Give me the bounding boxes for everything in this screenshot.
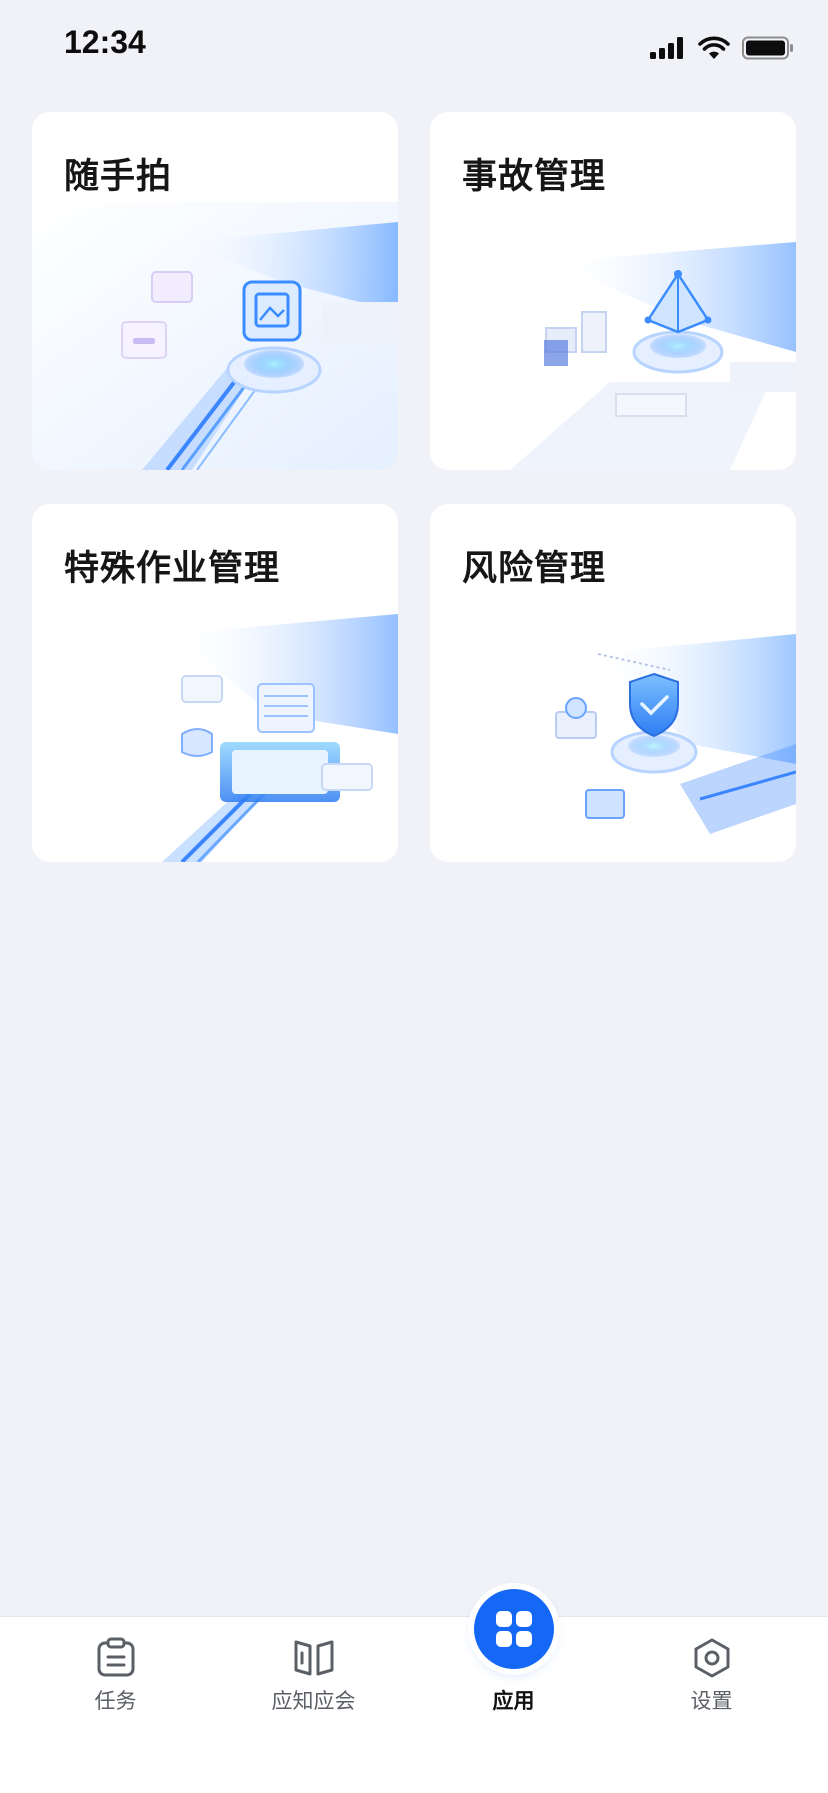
apps-grid-icon [495, 1611, 532, 1647]
book-icon [294, 1640, 333, 1676]
app-card-risk[interactable]: 风险管理 [430, 504, 796, 862]
battery-icon [742, 36, 793, 60]
status-time: 12:34 [64, 24, 146, 60]
risk-shield-illustration [555, 634, 796, 834]
app-card-special-work[interactable]: 特殊作业管理 [32, 504, 398, 862]
app-card-snapshot[interactable]: 随手拍 [32, 112, 398, 470]
tab-apps[interactable]: 应用 [410, 1589, 617, 1793]
camera-capture-illustration [32, 202, 398, 470]
tab-knowledge[interactable]: 应知应会 [210, 1617, 417, 1793]
tab-label: 任务 [94, 1689, 137, 1713]
status-icons [650, 36, 794, 60]
cellular-signal-icon [650, 37, 683, 59]
clipboard-icon [97, 1637, 134, 1677]
card-title: 风险管理 [462, 549, 607, 589]
tab-settings[interactable]: 设置 [608, 1617, 815, 1793]
app-card-accident[interactable]: 事故管理 [430, 112, 796, 470]
settings-hexagon-icon [694, 1638, 729, 1678]
wifi-icon [698, 36, 730, 59]
apps-fab-button[interactable] [473, 1589, 554, 1669]
bottom-tab-bar: 任务 应知应会 应用 设置 [0, 1589, 828, 1793]
special-work-illustration [162, 614, 398, 862]
status-bar: 12:34 [0, 0, 828, 90]
tab-tasks[interactable]: 任务 [12, 1617, 219, 1793]
tab-label: 应知应会 [271, 1689, 356, 1713]
tab-label: 应用 [492, 1689, 535, 1713]
card-title: 特殊作业管理 [64, 549, 281, 589]
card-title: 随手拍 [64, 157, 173, 197]
card-title: 事故管理 [462, 157, 607, 197]
accident-management-illustration [510, 242, 796, 470]
tab-label: 设置 [690, 1689, 733, 1713]
